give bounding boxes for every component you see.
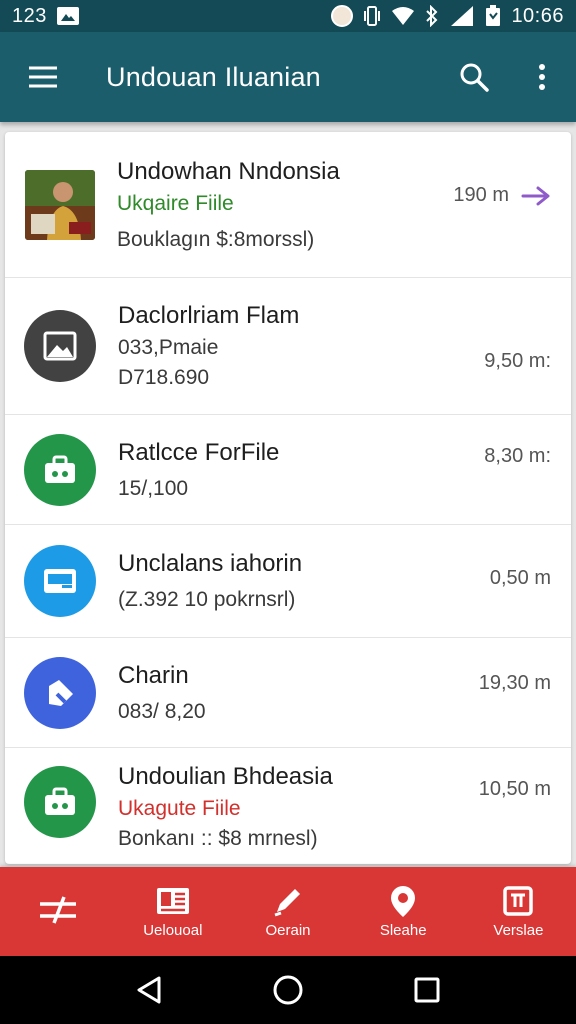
more-vert-icon (539, 64, 545, 90)
list-item-avatar (24, 433, 96, 506)
list-item[interactable]: Undoulian Bhdeasia Ukagute Fiile Bonkanı… (5, 748, 571, 864)
nav-label: Verslae (493, 922, 544, 939)
list-item-meta: 8,30 m: (484, 445, 551, 468)
home-button[interactable] (258, 960, 318, 1020)
file-list: Undowhan Nndonsia Ukqaire Fiile Bouklagı… (5, 132, 571, 864)
recents-square-icon (414, 977, 440, 1003)
pen-icon (274, 889, 300, 917)
list-item-meta: 19,30 m (479, 672, 551, 695)
newspaper-icon (156, 888, 189, 914)
search-button[interactable] (440, 32, 508, 122)
list-item-subtitle: 083/ 8,20 (118, 699, 206, 723)
filter-icon (39, 895, 76, 924)
list-item-distance: 9,50 m: (484, 350, 551, 372)
tag-icon (49, 679, 73, 706)
search-icon (460, 63, 489, 92)
location-pin-icon (391, 886, 416, 917)
card-icon (44, 569, 76, 593)
app-screen: 123 10:66 Undouan Iluanian Undowhan Nndo… (0, 0, 576, 1024)
system-navigation-bar (0, 956, 576, 1024)
list-item-detail: Bonkanı :: $8 mrnesl) (118, 827, 318, 850)
wifi-icon (392, 7, 415, 25)
list-item[interactable]: Charin 083/ 8,20 19,30 m (5, 638, 571, 748)
list-item-distance: 19,30 m (478, 672, 551, 694)
status-text-left: 123 (12, 4, 47, 27)
signal-icon (451, 6, 474, 26)
list-item[interactable]: Undowhan Nndonsia Ukqaire Fiile Bouklagı… (5, 132, 571, 278)
bluetooth-icon (426, 5, 438, 27)
list-item-distance: 190 m (453, 184, 509, 206)
nav-item-filter[interactable] (0, 867, 115, 956)
briefcase-icon (45, 787, 75, 815)
list-item-meta: 9,50 m: (484, 350, 551, 373)
photo-thumbnail (25, 169, 95, 240)
list-item-detail: Bouklagın $:8morssl) (117, 227, 315, 251)
bottom-navigation: Uelouoal Oerain Sleahe Verslae (0, 867, 576, 956)
nav-item-edit[interactable]: Oerain (230, 867, 345, 956)
image-notification-icon (56, 7, 79, 25)
nav-label: Sleahe (379, 922, 427, 939)
list-item-text: Daclorlriam Flam 033,Pmaie D718.690 (96, 299, 571, 393)
status-bar: 123 10:66 (0, 0, 576, 32)
avatar-status-icon (331, 5, 354, 27)
arrow-right-icon[interactable] (521, 185, 551, 207)
calendar-icon (503, 886, 534, 916)
list-item-avatar (24, 545, 96, 617)
list-item-subtitle: 15/,100 (118, 476, 189, 500)
nav-item-location[interactable]: Sleahe (346, 867, 461, 956)
list-item-avatar (24, 766, 96, 838)
list-item-text: Undoulian Bhdeasia Ukagute Fiile Bonkanı… (96, 760, 571, 854)
briefcase-icon (45, 455, 75, 483)
menu-button[interactable] (0, 32, 86, 122)
list-item-meta: 190 m (453, 184, 551, 207)
list-item-title: Daclorlriam Flam (118, 302, 300, 329)
image-icon (43, 331, 77, 361)
list-item-distance: 0,50 m (489, 567, 551, 589)
list-item-distance: 10,50 m (478, 778, 551, 800)
app-toolbar: Undouan Iluanian (0, 32, 576, 122)
list-item[interactable]: Daclorlriam Flam 033,Pmaie D718.690 9,50… (5, 278, 571, 415)
nav-item-calendar[interactable]: Verslae (461, 867, 576, 956)
list-item[interactable]: Unclalans iahorin (Z.392 10 pokrnsrl) 0,… (5, 525, 571, 638)
list-item[interactable]: Ratlcce ForFile 15/,100 8,30 m: (5, 415, 571, 525)
status-clock: 10:66 (511, 4, 564, 27)
back-triangle-icon (137, 976, 161, 1004)
nav-label: Uelouoal (143, 922, 203, 939)
list-item-meta: 0,50 m (490, 567, 551, 590)
nav-label: Oerain (265, 922, 311, 939)
vibrate-icon (364, 6, 381, 26)
nav-item-news[interactable]: Uelouoal (115, 867, 230, 956)
recents-button[interactable] (397, 960, 457, 1020)
list-item-distance: 8,30 m: (484, 445, 551, 467)
list-item-meta: 10,50 m (479, 778, 551, 801)
battery-icon (486, 5, 501, 26)
overflow-menu-button[interactable] (508, 32, 576, 122)
list-item-avatar (24, 310, 96, 382)
back-button[interactable] (119, 960, 179, 1020)
list-item-avatar (24, 656, 96, 729)
hamburger-menu-icon (29, 66, 57, 88)
page-title: Undouan Iluanian (106, 61, 321, 92)
home-circle-icon (273, 975, 303, 1005)
